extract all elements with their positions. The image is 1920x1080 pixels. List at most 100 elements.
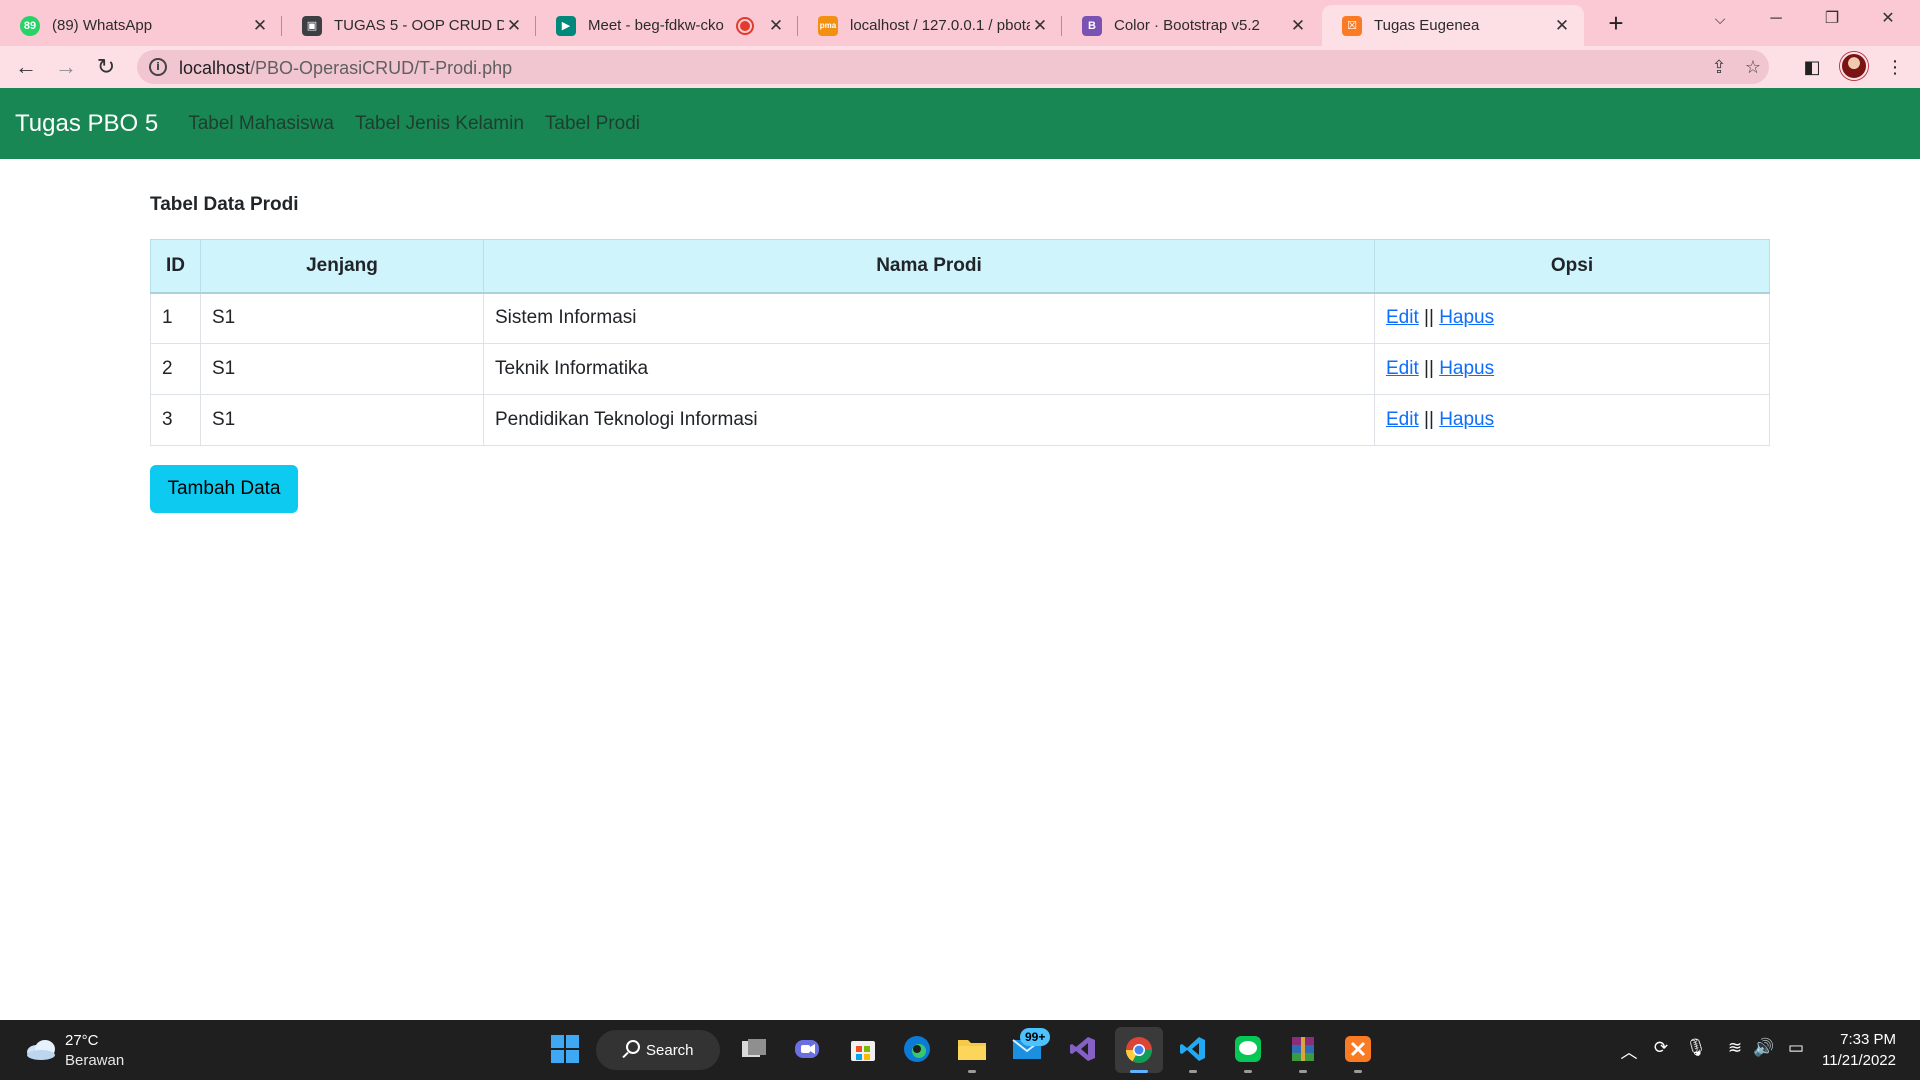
weather-temperature[interactable]: 27°C [65, 1032, 99, 1049]
tab-bootstrap[interactable]: B Color · Bootstrap v5.2 ✕ [1062, 5, 1320, 46]
reload-icon[interactable]: ↻ [90, 51, 122, 83]
cell-jenjang: S1 [200, 292, 484, 344]
windows-taskbar: 27°C Berawan Search 99+ ︿ ⟳ 🎙 ≋ 🔊 ▭ 7:33… [0, 1020, 1920, 1080]
side-panel-icon[interactable]: ◧ [1797, 52, 1827, 82]
visual-studio-icon[interactable] [1066, 1032, 1100, 1066]
close-icon[interactable]: ✕ [504, 16, 524, 36]
winrar-icon[interactable] [1286, 1032, 1320, 1066]
edge-glyph [904, 1036, 930, 1062]
edit-link[interactable]: Edit [1386, 307, 1419, 328]
battery-icon[interactable]: ▭ [1784, 1038, 1808, 1058]
browser-tab-strip: 89 (89) WhatsApp ✕ ▣ TUGAS 5 - OOP CRUD … [0, 0, 1920, 46]
microphone-icon[interactable]: 🎙 [1684, 1038, 1708, 1058]
search-label: Search [646, 1041, 694, 1059]
url-path: /PBO-OperasiCRUD/T-Prodi.php [250, 58, 513, 78]
column-header-nama-prodi: Nama Prodi [483, 239, 1375, 294]
cloudy-weather-icon[interactable] [25, 1037, 57, 1061]
running-indicator [1189, 1070, 1197, 1073]
file-explorer-icon[interactable] [955, 1032, 989, 1066]
edge-icon[interactable] [900, 1032, 934, 1066]
delete-link[interactable]: Hapus [1439, 307, 1494, 328]
running-indicator [1299, 1070, 1307, 1073]
windows-start-icon[interactable] [548, 1032, 582, 1066]
url-text[interactable]: localhost/PBO-OperasiCRUD/T-Prodi.php [179, 58, 512, 79]
share-icon[interactable]: ⇪ [1707, 56, 1731, 80]
minimize-button[interactable]: ─ [1748, 0, 1804, 38]
site-info-icon[interactable]: i [149, 58, 167, 76]
xampp-icon: ☒ [1342, 15, 1362, 36]
edit-link[interactable]: Edit [1386, 358, 1419, 379]
phpmyadmin-icon: pma [818, 15, 838, 36]
edit-link[interactable]: Edit [1386, 409, 1419, 430]
taskbar-search[interactable]: Search [596, 1030, 720, 1070]
cell-id: 2 [150, 343, 201, 395]
tab-tugas-5[interactable]: ▣ TUGAS 5 - OOP CRUD Den ✕ [282, 5, 536, 46]
tab-meet[interactable]: ▶ Meet - beg-fdkw-cko ✕ [536, 5, 798, 46]
cell-opsi: Edit || Hapus [1374, 343, 1770, 395]
teams-chat-icon[interactable] [790, 1032, 824, 1066]
weather-description[interactable]: Berawan [65, 1052, 124, 1069]
clock-date[interactable]: 11/21/2022 [1822, 1052, 1896, 1069]
tab-tugas-eugenea[interactable]: ☒ Tugas Eugenea ✕ [1322, 5, 1584, 46]
classroom-icon: ▣ [302, 15, 322, 36]
volume-icon[interactable]: 🔊 [1752, 1038, 1776, 1058]
nav-link-tabel-jenis-kelamin[interactable]: Tabel Jenis Kelamin [355, 113, 524, 135]
line-icon[interactable] [1231, 1032, 1265, 1066]
xampp-taskbar-icon[interactable] [1341, 1032, 1375, 1066]
close-icon[interactable]: ✕ [1288, 16, 1308, 36]
tab-search-icon[interactable]: ⌵ [1692, 0, 1748, 38]
address-bar[interactable]: i localhost/PBO-OperasiCRUD/T-Prodi.php … [137, 50, 1769, 84]
mail-unread-badge: 99+ [1020, 1028, 1051, 1046]
close-window-button[interactable]: ✕ [1860, 0, 1916, 38]
new-tab-button[interactable]: + [1600, 8, 1632, 40]
bookmark-star-icon[interactable]: ☆ [1741, 56, 1765, 80]
column-header-jenjang: Jenjang [200, 239, 484, 294]
tab-title: Meet - beg-fdkw-cko [588, 17, 724, 34]
tambah-data-button[interactable]: Tambah Data [150, 465, 298, 513]
table-header-row: ID Jenjang Nama Prodi Opsi [150, 239, 1770, 294]
tab-phpmyadmin[interactable]: pma localhost / 127.0.0.1 / pbota ✕ [798, 5, 1062, 46]
clock-time[interactable]: 7:33 PM [1840, 1031, 1896, 1048]
browser-toolbar: ← → ↻ i localhost/PBO-OperasiCRUD/T-Prod… [0, 46, 1920, 88]
tab-whatsapp[interactable]: 89 (89) WhatsApp ✕ [0, 5, 282, 46]
column-header-opsi: Opsi [1374, 239, 1770, 294]
recording-icon [738, 18, 752, 33]
close-icon[interactable]: ✕ [1030, 16, 1050, 36]
cell-jenjang: S1 [200, 343, 484, 395]
close-icon[interactable]: ✕ [766, 16, 786, 36]
tab-title: localhost / 127.0.0.1 / pbota [850, 17, 1030, 34]
url-host: localhost [179, 58, 251, 78]
meet-icon: ▶ [556, 15, 576, 36]
delete-link[interactable]: Hapus [1439, 358, 1494, 379]
task-view-glyph [742, 1039, 766, 1057]
app-navbar: Tugas PBO 5 Tabel Mahasiswa Tabel Jenis … [0, 88, 1920, 159]
page-title: Tabel Data Prodi [150, 194, 299, 215]
profile-avatar[interactable] [1840, 52, 1868, 80]
close-icon[interactable]: ✕ [1552, 16, 1572, 36]
nav-link-tabel-mahasiswa[interactable]: Tabel Mahasiswa [188, 113, 334, 135]
table-row: 3 S1 Pendidikan Teknologi Informasi Edit… [150, 394, 1770, 446]
whatsapp-icon: 89 [20, 15, 40, 36]
nav-link-tabel-prodi[interactable]: Tabel Prodi [545, 113, 640, 135]
bootstrap-icon: B [1082, 15, 1102, 36]
navbar-brand[interactable]: Tugas PBO 5 [15, 110, 158, 138]
task-view-icon[interactable] [737, 1032, 771, 1066]
forward-icon[interactable]: → [50, 51, 82, 83]
xampp-glyph [1345, 1036, 1371, 1062]
chat-glyph [795, 1040, 819, 1058]
sync-icon[interactable]: ⟳ [1649, 1038, 1673, 1058]
delete-link[interactable]: Hapus [1439, 409, 1494, 430]
close-icon[interactable]: ✕ [250, 16, 270, 36]
vscode-icon[interactable] [1176, 1032, 1210, 1066]
menu-kebab-icon[interactable]: ⋮ [1880, 52, 1910, 82]
chrome-icon[interactable] [1115, 1027, 1163, 1073]
back-icon[interactable]: ← [10, 51, 42, 83]
tab-title: Color · Bootstrap v5.2 [1114, 17, 1260, 34]
wifi-icon[interactable]: ≋ [1723, 1038, 1747, 1058]
chrome-glyph [1125, 1037, 1153, 1064]
show-hidden-icons-chevron-up-icon[interactable]: ︿ [1617, 1038, 1641, 1063]
restore-button[interactable]: ❐ [1804, 0, 1860, 38]
microsoft-store-icon[interactable] [846, 1032, 880, 1066]
line-glyph [1235, 1036, 1261, 1062]
running-indicator [968, 1070, 976, 1073]
